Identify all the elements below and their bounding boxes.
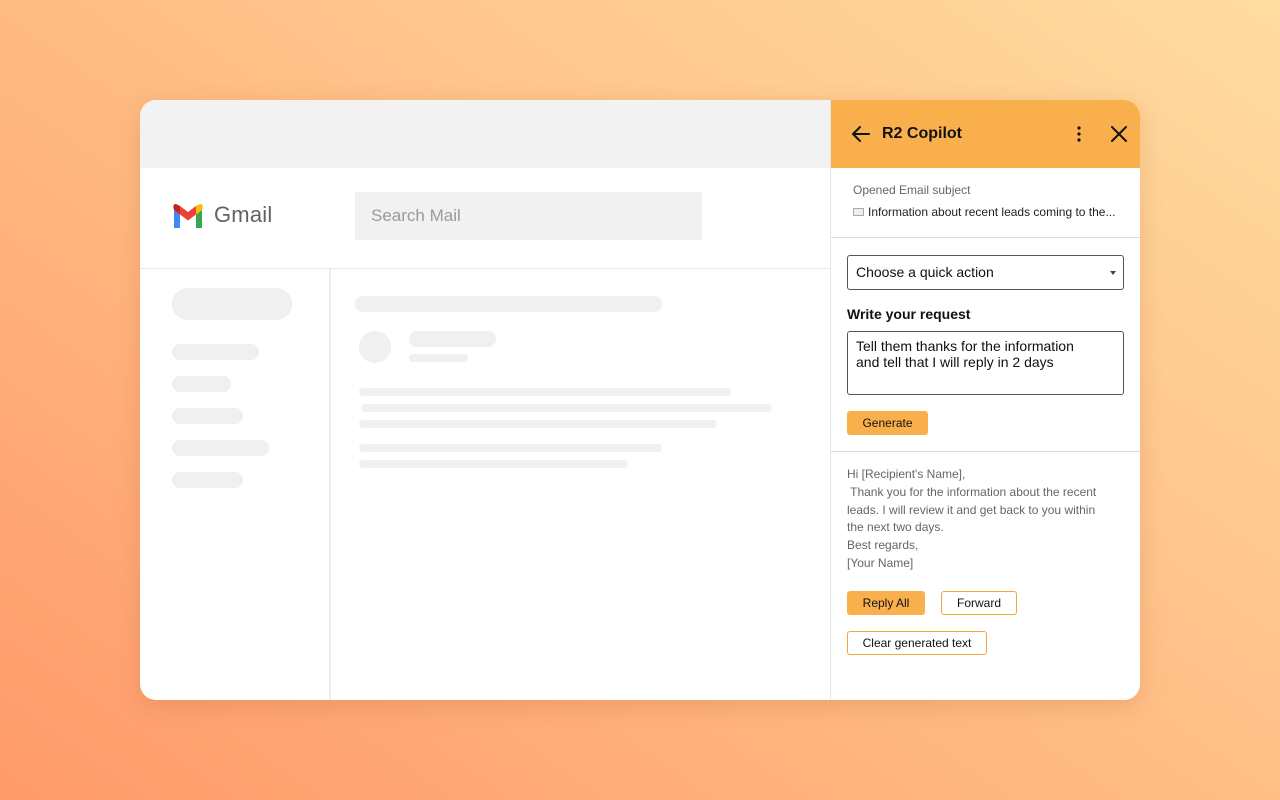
sidebar-item-placeholder[interactable]: [172, 472, 243, 488]
gmail-header: Gmail: [140, 168, 831, 269]
generated-line: Best regards,: [847, 538, 919, 553]
forward-button[interactable]: Forward: [941, 591, 1017, 615]
gmail-logo-icon[interactable]: [172, 204, 204, 228]
email-view-placeholder: [331, 269, 831, 700]
generated-line: the next two days.: [847, 520, 944, 535]
quick-action-select[interactable]: Choose a quick action: [847, 255, 1124, 290]
copilot-panel: R2 Copilot Opened Email subject Informat…: [830, 100, 1140, 700]
email-body-line-placeholder: [361, 404, 772, 412]
opened-email-section: Opened Email subject Information about r…: [831, 168, 1140, 238]
email-body-line-placeholder: [359, 420, 717, 428]
quick-action-placeholder: Choose a quick action: [856, 264, 994, 280]
envelope-icon: [853, 208, 864, 216]
generated-line: leads. I will review it and get back to …: [847, 502, 1096, 517]
sidebar-item-placeholder[interactable]: [172, 344, 259, 360]
subject-line: Information about recent leads coming to…: [853, 205, 1125, 219]
email-body-line-placeholder: [359, 444, 662, 452]
close-icon[interactable]: [1107, 122, 1131, 146]
browser-window: Gmail R2 Copilot: [140, 100, 1140, 700]
generated-line: Thank you for the information about the …: [847, 484, 1097, 499]
search-input[interactable]: [355, 192, 702, 240]
sender-name-placeholder: [409, 331, 496, 347]
compose-button-placeholder[interactable]: [172, 288, 292, 320]
reply-all-button[interactable]: Reply All: [847, 591, 925, 615]
generated-line: [Your Name]: [847, 555, 914, 570]
sidebar-item-placeholder[interactable]: [172, 376, 231, 392]
generated-line: Hi [Recipient's Name],: [847, 467, 966, 481]
email-subject-placeholder: [355, 296, 662, 312]
generated-text: Hi [Recipient's Name], Thank you for the…: [847, 466, 1117, 573]
sidebar-item-placeholder[interactable]: [172, 440, 269, 456]
copilot-header: R2 Copilot: [831, 100, 1140, 168]
divider: [831, 451, 1140, 452]
email-body-line-placeholder: [359, 460, 628, 468]
email-body-line-placeholder: [359, 388, 731, 396]
copilot-title: R2 Copilot: [882, 125, 962, 142]
clear-generated-text-button[interactable]: Clear generated text: [847, 631, 987, 655]
arrow-left-icon[interactable]: [849, 122, 873, 146]
browser-toolbar: [140, 100, 831, 168]
request-textarea[interactable]: [847, 331, 1124, 395]
sender-email-placeholder: [409, 354, 468, 362]
sender-avatar-placeholder: [359, 331, 391, 363]
more-vertical-icon[interactable]: [1067, 122, 1091, 146]
sidebar-item-placeholder[interactable]: [172, 408, 243, 424]
subject-label: Opened Email subject: [853, 183, 971, 197]
subject-text: Information about recent leads coming to…: [868, 205, 1116, 219]
request-label: Write your request: [847, 306, 971, 322]
gmail-wordmark: Gmail: [214, 202, 273, 227]
generate-button[interactable]: Generate: [847, 411, 928, 435]
gmail-sidebar: [140, 269, 331, 700]
chevron-down-icon: [1110, 271, 1116, 275]
